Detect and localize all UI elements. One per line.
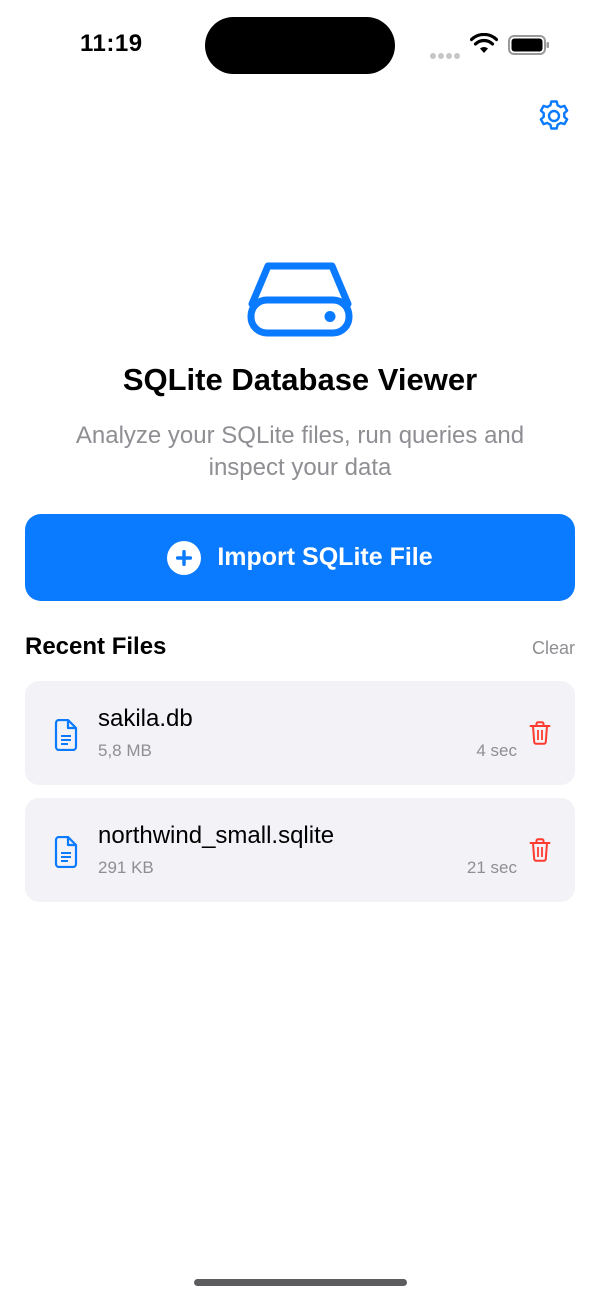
file-time: 21 sec bbox=[466, 858, 517, 877]
document-icon bbox=[54, 719, 78, 751]
recent-file-item[interactable]: sakila.db 5,8 MB 4 sec bbox=[25, 681, 575, 785]
dynamic-island bbox=[205, 17, 395, 74]
page-title: SQLite Database Viewer bbox=[122, 362, 478, 397]
battery-icon bbox=[508, 35, 549, 55]
recent-file-item[interactable]: northwind_small.sqlite 291 KB 21 sec bbox=[25, 798, 575, 902]
file-time: 4 sec bbox=[476, 741, 517, 760]
clear-recent-button[interactable]: Clear bbox=[532, 638, 575, 659]
document-icon bbox=[54, 836, 78, 868]
status-time: 11:19 bbox=[80, 30, 143, 57]
recent-files-heading: Recent Files bbox=[25, 633, 167, 660]
trash-icon[interactable] bbox=[529, 838, 551, 862]
wifi-icon bbox=[470, 33, 498, 53]
file-name: sakila.db bbox=[98, 705, 193, 732]
file-size: 5,8 MB bbox=[98, 741, 152, 760]
trash-icon[interactable] bbox=[529, 721, 551, 745]
page-subtitle: Analyze your SQLite files, run queries a… bbox=[75, 422, 525, 481]
cellular-signal-icon bbox=[430, 46, 462, 64]
import-sqlite-file-button[interactable]: Import SQLite File bbox=[25, 514, 575, 601]
settings-button[interactable] bbox=[534, 96, 574, 136]
gear-icon bbox=[539, 100, 569, 130]
file-name: northwind_small.sqlite bbox=[98, 822, 335, 849]
plus-circle-icon bbox=[167, 540, 202, 575]
status-bar: 11:19 bbox=[0, 0, 600, 90]
import-button-label: Import SQLite File bbox=[217, 543, 433, 571]
database-drive-icon bbox=[247, 262, 353, 337]
home-indicator[interactable] bbox=[194, 1279, 407, 1286]
file-size: 291 KB bbox=[98, 858, 154, 877]
